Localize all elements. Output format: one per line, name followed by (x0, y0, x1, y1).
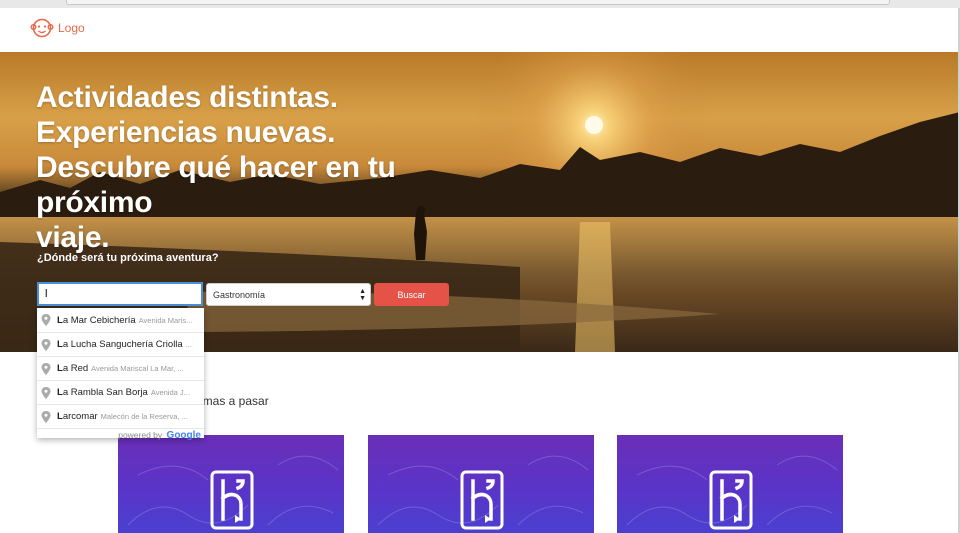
section-heading: imas a pasar (200, 394, 269, 408)
category-selected-value: Gastronomía (213, 289, 266, 300)
map-pin-icon (41, 410, 51, 423)
map-pin-icon (41, 362, 51, 375)
powered-by-text: powered by (118, 430, 163, 440)
google-wordmark: Google (166, 429, 201, 441)
place-address: Avenida Mariscal La Mar, ... (91, 364, 184, 373)
logo[interactable]: Logo (30, 16, 85, 40)
place-address: Avenida J... (150, 388, 190, 397)
navbar: Logo (0, 8, 960, 52)
category-select[interactable]: Gastronomía ▲ ▼ (206, 283, 371, 306)
hero-title-line: Descubre qué hacer en tu próximo (36, 151, 396, 220)
hero-title: Actividades distintas. Experiencias nuev… (36, 80, 496, 255)
address-bar[interactable] (66, 0, 890, 5)
activity-card[interactable] (617, 435, 843, 533)
map-pin-icon (41, 314, 51, 326)
place-name: a Red (62, 363, 89, 374)
autocomplete-item[interactable]: La Red Avenida Mariscal La Mar, ... (37, 356, 204, 380)
destination-question: ¿Dónde será tu próxima aventura? (37, 252, 219, 264)
destination-search-input[interactable] (37, 282, 203, 306)
search-button[interactable]: Buscar (374, 283, 449, 306)
autocomplete-item[interactable]: La Lucha Sanguchería Criolla ... (37, 332, 204, 356)
hero-title-line: Actividades distintas. (36, 81, 338, 114)
place-name: a Lucha Sanguchería Criolla (62, 339, 183, 350)
map-pin-icon (41, 386, 51, 399)
hero-title-line: viaje. (36, 221, 110, 255)
place-address: Malecón de la Reserva, ... (100, 412, 188, 421)
hero-banner: Actividades distintas. Experiencias nuev… (0, 52, 960, 352)
heroku-icon (709, 470, 753, 530)
map-pin-icon (41, 338, 51, 351)
select-arrows-icon: ▲ ▼ (359, 288, 366, 302)
place-name: a Mar Cebichería (62, 314, 136, 326)
activity-card[interactable] (368, 435, 594, 533)
heroku-icon (460, 470, 504, 530)
activity-card[interactable] (118, 435, 344, 533)
autocomplete-item[interactable]: Larcomar Malecón de la Reserva, ... (37, 404, 204, 428)
place-name: arcomar (62, 411, 98, 422)
hero-title-line: Experiencias nuevas. (36, 116, 336, 150)
autocomplete-item[interactable]: La Rambla San Borja Avenida J... (37, 380, 204, 404)
autocomplete-dropdown: La Mar Cebichería Avenida Maris... La Lu… (37, 308, 204, 441)
powered-by-google: powered by Google (37, 428, 204, 441)
place-address: Avenida Maris... (138, 315, 193, 325)
place-address: ... (185, 340, 192, 349)
autocomplete-item[interactable]: La Mar Cebichería Avenida Maris... (37, 308, 204, 332)
logo-text: Logo (58, 21, 85, 35)
heroku-icon (210, 470, 254, 530)
place-name: a Rambla San Borja (62, 387, 148, 398)
monkey-face-icon (30, 18, 54, 38)
